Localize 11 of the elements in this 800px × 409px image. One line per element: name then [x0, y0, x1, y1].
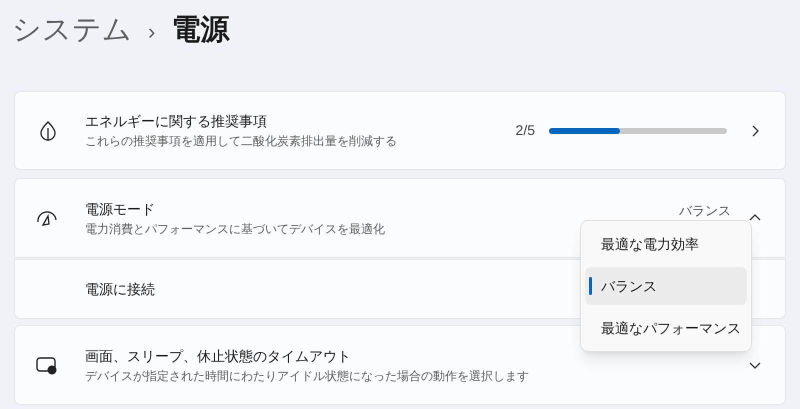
card-description: 電力消費とパフォーマンスに基づいてデバイスを最適化 — [85, 220, 386, 238]
selected-mode-value: バランス — [679, 204, 731, 218]
card-title: 電源モード — [85, 200, 156, 218]
card-title: エネルギーに関する推奨事項 — [85, 112, 268, 131]
card-description: デバイスが指定された時間にわたりアイドル状態になった場合の動作を選択します — [85, 368, 530, 384]
breadcrumb-separator: › — [148, 18, 156, 46]
card-description: これらの推奨事項を適用して二酸化炭素排出量を削減する — [85, 133, 398, 150]
progress-count: 2/5 — [516, 121, 535, 140]
sub-row-label: 電源に接続 — [85, 280, 155, 298]
page-title: 電源 — [171, 13, 230, 48]
card-title: 画面、スリープ、休止状態のタイムアウト — [85, 346, 352, 366]
